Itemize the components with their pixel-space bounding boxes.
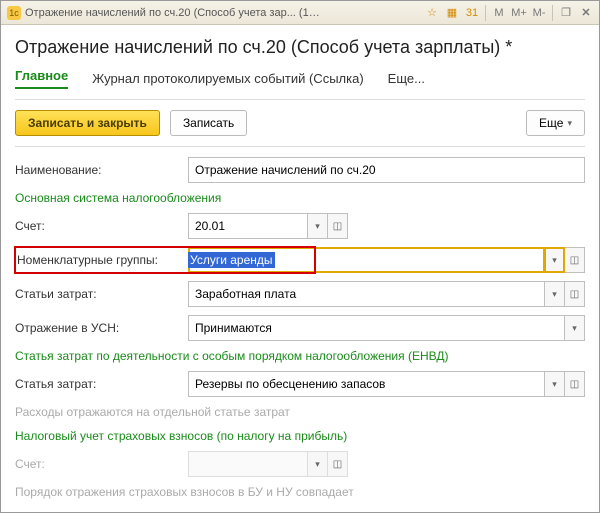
nomgroup-label: Номенклатурные группы: xyxy=(15,253,188,267)
row-account: Счет: xyxy=(15,213,585,239)
memory-m-button[interactable]: M xyxy=(490,4,508,22)
save-close-button[interactable]: Записать и закрыть xyxy=(15,110,160,136)
usn-input-wrap[interactable] xyxy=(188,315,565,341)
cost-item-control xyxy=(188,371,585,397)
spacer xyxy=(348,451,585,477)
calendar-icon[interactable]: 31 xyxy=(463,4,481,22)
account-dropdown-button[interactable] xyxy=(308,213,328,239)
favorite-icon[interactable]: ☆ xyxy=(423,4,441,22)
tab-more[interactable]: Еще... xyxy=(388,71,425,86)
row-ins-account: Счет: xyxy=(15,451,585,477)
row-name: Наименование: xyxy=(15,157,585,183)
tax-system-header: Основная система налогообложения xyxy=(15,191,585,205)
row-nomgroup-highlight: Номенклатурные группы: Услуги аренды xyxy=(15,247,315,273)
tab-journal[interactable]: Журнал протоколируемых событий (Ссылка) xyxy=(92,71,363,86)
row-cost-item: Статья затрат: xyxy=(15,371,585,397)
account-input-wrap[interactable] xyxy=(188,213,308,239)
save-button[interactable]: Записать xyxy=(170,110,247,136)
tab-main[interactable]: Главное xyxy=(15,68,68,89)
window-close-button[interactable]: ✕ xyxy=(577,4,595,22)
envd-hint: Расходы отражаются на отдельной статье з… xyxy=(15,405,585,419)
cost-item-label: Статья затрат: xyxy=(15,377,188,391)
memory-mminus-button[interactable]: M- xyxy=(530,4,548,22)
name-control xyxy=(188,157,585,183)
usn-label: Отражение в УСН: xyxy=(15,321,188,335)
usn-dropdown-button[interactable] xyxy=(565,315,585,341)
toolbar: Записать и закрыть Записать Еще ▾ xyxy=(15,110,585,136)
row-usn: Отражение в УСН: xyxy=(15,315,585,341)
nav-row: Главное Журнал протоколируемых событий (… xyxy=(15,68,585,89)
cost-item-input-wrap[interactable] xyxy=(188,371,545,397)
cost-items-input-wrap[interactable] xyxy=(188,281,545,307)
chevron-down-icon: ▾ xyxy=(567,118,572,129)
cost-item-open-button[interactable] xyxy=(565,371,585,397)
account-label: Счет: xyxy=(15,219,188,233)
ins-account-label: Счет: xyxy=(15,457,188,471)
content-area: Отражение начислений по сч.20 (Способ уч… xyxy=(1,25,599,512)
ins-account-input-wrap[interactable] xyxy=(188,451,308,477)
cost-item-dropdown-button[interactable] xyxy=(545,371,565,397)
spacer xyxy=(348,213,585,239)
app-icon: 1c xyxy=(7,6,21,20)
nomgroup-dropdown-button[interactable] xyxy=(545,247,565,273)
titlebar: 1c Отражение начислений по сч.20 (Способ… xyxy=(1,1,599,25)
name-input-wrap[interactable] xyxy=(188,157,585,183)
titlebar-right: ☆ ▦ 31 M M+ M- ❐ ✕ xyxy=(423,4,595,22)
toolbar-divider xyxy=(15,146,585,147)
ins-account-dropdown-button[interactable] xyxy=(308,451,328,477)
usn-input[interactable] xyxy=(189,316,564,340)
ins-account-open-button[interactable] xyxy=(328,451,348,477)
account-open-button[interactable] xyxy=(328,213,348,239)
nomgroup-value-selected: Услуги аренды xyxy=(188,252,275,268)
memory-mplus-button[interactable]: M+ xyxy=(510,4,528,22)
insurance-hint: Порядок отражения страховых взносов в БУ… xyxy=(15,485,585,499)
account-control xyxy=(188,213,585,239)
ins-account-input xyxy=(189,452,307,476)
ins-account-control xyxy=(188,451,585,477)
nav-divider xyxy=(15,99,585,100)
more-button[interactable]: Еще ▾ xyxy=(526,110,585,136)
cost-item-input[interactable] xyxy=(189,372,544,396)
page-title: Отражение начислений по сч.20 (Способ уч… xyxy=(15,37,585,58)
calculator-icon[interactable]: ▦ xyxy=(443,4,461,22)
account-input[interactable] xyxy=(189,214,307,238)
envd-header: Статья затрат по деятельности с особым п… xyxy=(15,349,585,363)
cost-items-control xyxy=(188,281,585,307)
row-cost-items: Статьи затрат: xyxy=(15,281,585,307)
name-input[interactable] xyxy=(189,158,584,182)
cost-items-dropdown-button[interactable] xyxy=(545,281,565,307)
cost-items-input[interactable] xyxy=(189,282,544,306)
window-title: Отражение начислений по сч.20 (Способ уч… xyxy=(25,7,325,19)
cost-items-label: Статьи затрат: xyxy=(15,287,188,301)
name-label: Наименование: xyxy=(15,163,188,177)
window-restore-button[interactable]: ❐ xyxy=(557,4,575,22)
nomgroup-open-button[interactable] xyxy=(565,247,585,273)
usn-control xyxy=(188,315,585,341)
insurance-header: Налоговый учет страховых взносов (по нал… xyxy=(15,429,585,443)
cost-items-open-button[interactable] xyxy=(565,281,585,307)
more-button-label: Еще xyxy=(539,116,563,130)
divider xyxy=(485,5,486,21)
divider xyxy=(552,5,553,21)
